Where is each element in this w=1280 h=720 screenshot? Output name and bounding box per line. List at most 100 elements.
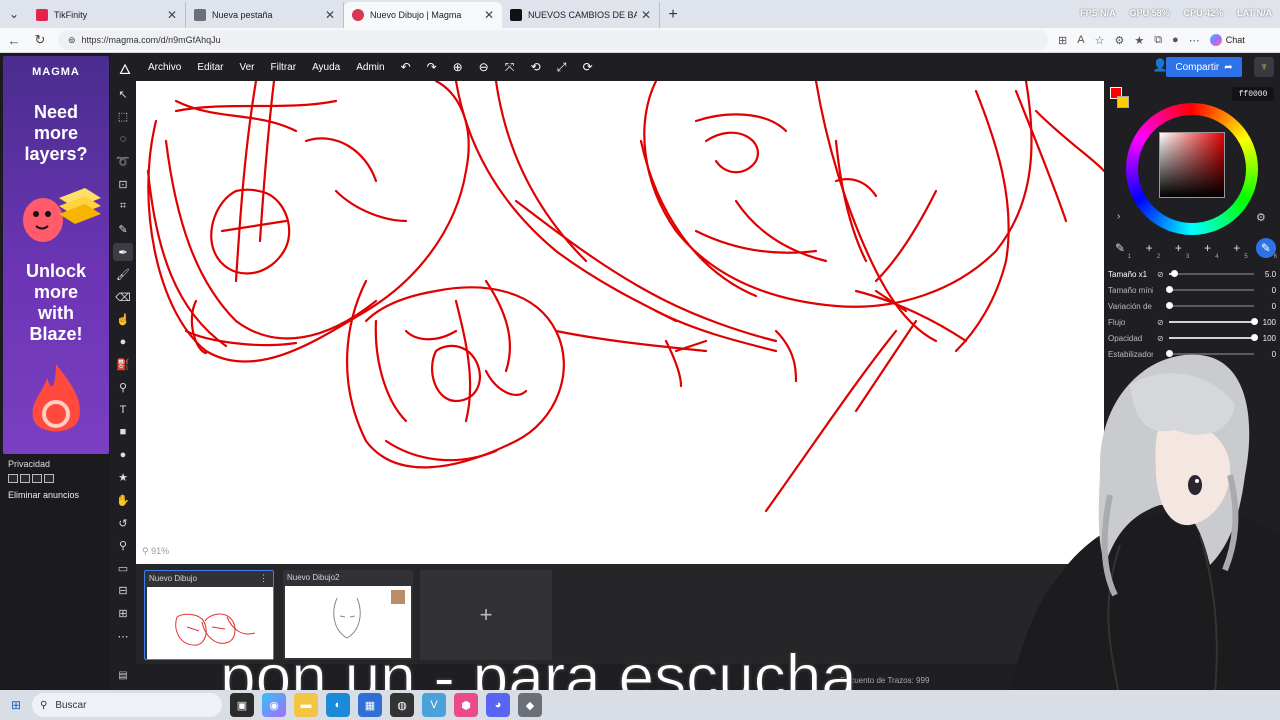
property-slider[interactable] (1166, 302, 1255, 309)
color-wheel[interactable] (1126, 103, 1258, 235)
undo-icon[interactable]: ↶ (393, 60, 419, 74)
pencil-icon[interactable]: ✎ (113, 220, 133, 238)
ellipse-select-icon[interactable]: ◌ (113, 130, 133, 148)
ellipse-shape-icon[interactable]: ● (113, 446, 133, 464)
image-ref-icon[interactable]: ⊟ (113, 581, 133, 599)
ad-control-icon[interactable] (44, 474, 54, 483)
back-arrow-icon[interactable]: ← (6, 33, 22, 48)
slider-knob[interactable] (1170, 270, 1178, 277)
rotate-tool-icon[interactable]: ↺ (113, 514, 133, 532)
app-install-icon[interactable]: ⊞ (1058, 34, 1067, 47)
reset-view-icon[interactable]: ⟳ (575, 60, 601, 74)
blaze-ad[interactable]: MAGMA Need more layers? Unlock more with… (3, 56, 109, 454)
menu-filtrar[interactable]: Filtrar (271, 62, 297, 73)
rotate-view-icon[interactable]: ⟲ (523, 60, 549, 74)
share-button[interactable]: Compartir ➦ (1166, 57, 1242, 77)
color-swatches[interactable] (1110, 87, 1129, 109)
saturation-square[interactable] (1159, 132, 1225, 198)
copilot-app-icon[interactable]: ◉ (262, 693, 286, 717)
ad-control-icon[interactable] (20, 474, 30, 483)
eraser-icon[interactable]: ⌫ (113, 288, 133, 306)
pressure-icon[interactable]: ⊘ (1153, 334, 1167, 343)
pressure-icon[interactable]: ⊘ (1153, 270, 1167, 279)
hex-input[interactable]: ff0000 (1232, 87, 1274, 101)
app-icon[interactable]: ◆ (518, 693, 542, 717)
taskbar-search[interactable]: ⚲ Buscar (32, 693, 222, 717)
more-menu-icon[interactable]: ⋯ (1189, 34, 1200, 47)
slider-knob[interactable] (1166, 302, 1174, 309)
privacy-label[interactable]: Privacidad (8, 459, 50, 469)
reload-icon[interactable]: ↻ (32, 32, 48, 48)
close-icon[interactable]: ✕ (167, 8, 177, 22)
favorite-star-icon[interactable]: ☆ (1095, 34, 1105, 47)
secondary-color-swatch[interactable] (1117, 96, 1129, 108)
read-aloud-icon[interactable]: A (1077, 34, 1084, 46)
close-icon[interactable]: ✕ (484, 8, 494, 22)
magma-logo-icon[interactable]: 🜂 (110, 53, 140, 82)
paint-bucket-icon[interactable]: ⛽ (113, 355, 133, 373)
windows-start-icon[interactable]: ⊞ (0, 698, 32, 712)
property-slider[interactable] (1166, 286, 1255, 293)
edge-browser-icon[interactable]: ◐ (326, 693, 350, 717)
menu-ver[interactable]: Ver (239, 62, 254, 73)
vtube-app-icon[interactable]: V (422, 693, 446, 717)
crop-icon[interactable]: ⌗ (113, 197, 133, 215)
brush-preset[interactable]: ✎ 6 (1255, 238, 1277, 260)
ad-control-icon[interactable] (8, 474, 18, 483)
fullscreen-icon[interactable]: ⤢ (549, 60, 575, 75)
eyedropper-icon[interactable]: ⚲ (113, 378, 133, 396)
drawing-canvas[interactable] (136, 81, 1104, 564)
close-icon[interactable]: ✕ (325, 8, 335, 22)
obs-icon[interactable]: ◍ (390, 693, 414, 717)
blur-icon[interactable]: ● (113, 333, 133, 351)
tab-tikfinity[interactable]: TikFinity ✕ (28, 2, 186, 28)
close-icon[interactable]: ✕ (641, 8, 651, 22)
zoom-out-icon[interactable]: ⊖ (471, 60, 497, 74)
tab-nueva-pestana[interactable]: Nueva pestaña ✕ (186, 2, 344, 28)
drawing-menu-icon[interactable]: ⋮ (259, 573, 268, 584)
collections-icon[interactable]: ⧉ (1154, 34, 1162, 47)
user-avatar[interactable]: ♆ (1254, 57, 1274, 77)
site-info-icon[interactable]: ⊜ (68, 35, 76, 46)
rect-select-icon[interactable]: ⬚ (113, 107, 133, 125)
profile-icon[interactable]: ● (1172, 34, 1179, 46)
new-tab-button[interactable]: + (660, 2, 686, 28)
file-explorer-icon[interactable]: ▬ (294, 693, 318, 717)
app-icon[interactable]: ⬢ (454, 693, 478, 717)
fit-view-icon[interactable]: ⤧ (497, 60, 523, 75)
rectangle-shape-icon[interactable]: ■ (113, 423, 133, 441)
panel-toggle-icon[interactable]: ▤ (114, 670, 132, 684)
hand-tool-icon[interactable]: ✋ (113, 491, 133, 509)
menu-admin[interactable]: Admin (356, 62, 384, 73)
menu-ayuda[interactable]: Ayuda (312, 62, 340, 73)
slider-knob[interactable] (1166, 286, 1174, 293)
favorites-icon[interactable]: ★ (1134, 34, 1144, 47)
zoom-in-icon[interactable]: ⊕ (445, 60, 471, 74)
extensions-icon[interactable]: ⚙ (1114, 34, 1124, 47)
property-slider[interactable] (1169, 318, 1259, 325)
smudge-icon[interactable]: ☝ (113, 310, 133, 328)
brush-icon[interactable]: 🖌 (113, 265, 133, 283)
more-tools-icon[interactable]: ⋯ (113, 627, 133, 645)
zoom-tool-icon[interactable]: ⚲ (113, 536, 133, 554)
brush-preset[interactable]: +3 (1168, 238, 1190, 260)
property-slider[interactable] (1169, 334, 1259, 341)
expand-chevron-icon[interactable]: › (1117, 211, 1120, 222)
move-tool-icon[interactable]: ↖ (113, 85, 133, 103)
discord-icon[interactable]: ◕ (486, 693, 510, 717)
transform-icon[interactable]: ⊡ (113, 175, 133, 193)
remove-ads-link[interactable]: Eliminar anuncios (8, 490, 79, 500)
star-shape-icon[interactable]: ★ (113, 468, 133, 486)
brush-preset[interactable]: +5 (1227, 238, 1248, 260)
pressure-icon[interactable]: ⊘ (1153, 318, 1167, 327)
redo-icon[interactable]: ↷ (419, 60, 445, 74)
copilot-chat-button[interactable]: Chat (1209, 34, 1245, 46)
lasso-select-icon[interactable]: ➰ (113, 152, 133, 170)
brush-preset[interactable]: +4 (1198, 238, 1219, 260)
tab-magma[interactable]: Nuevo Dibujo | Magma ✕ (344, 2, 502, 28)
comment-icon[interactable]: ▭ (113, 559, 133, 577)
menu-archivo[interactable]: Archivo (148, 62, 181, 73)
property-slider[interactable] (1169, 270, 1255, 277)
tab-list-dropdown[interactable]: ⌄ (0, 0, 28, 28)
task-view-icon[interactable]: ▣ (230, 693, 254, 717)
